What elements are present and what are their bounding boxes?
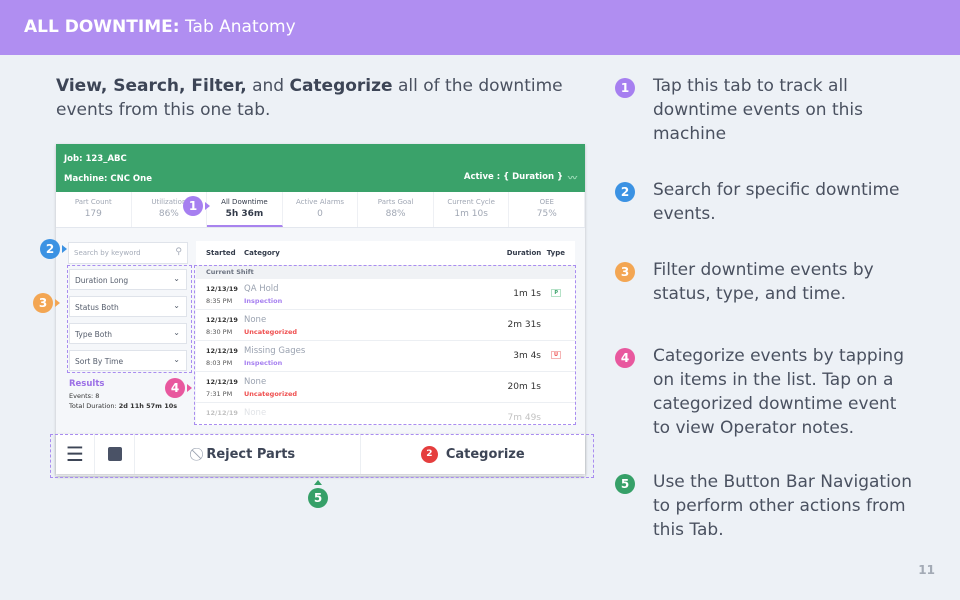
callout-text: Search for specific downtime events. [653,180,900,224]
title-bold: ALL DOWNTIME: [24,17,180,37]
callout-2: 2 Search for specific downtime events. [615,178,915,224]
marker-5: 5 [308,488,328,508]
callout-1: 1 Tap this tab to track all downtime even… [615,74,915,144]
callout-text: Use the Button Bar Navigation to perform… [653,472,912,540]
stat-label: Part Count [74,198,112,206]
list-highlight [194,265,576,425]
stat-tab-part-count[interactable]: Part Count 179 [56,192,132,227]
stat-value: 0 [317,209,323,219]
search-placeholder: Search by keyword [74,249,141,257]
results-title: Results [69,379,105,389]
callout-text: Categorize events by tapping on items in… [653,346,904,438]
header-started: Started [206,249,236,257]
page-number: 11 [918,563,935,577]
total-duration-label: Total Duration: [69,402,119,410]
header-duration: Duration [506,249,542,257]
arrow-2 [62,245,67,253]
stat-label: OEE [539,198,554,206]
marker-4: 4 [165,378,185,398]
intro-text-1: and [246,76,290,96]
arrow-5 [314,480,322,485]
intro-text: View, Search, Filter, and Categorize all… [56,74,576,122]
arrow-4 [187,384,192,392]
stat-value: 5h 36m [225,209,264,219]
title-rest: Tab Anatomy [179,17,296,37]
search-icon: ⚲ [175,247,182,257]
intro-bold-1: View, Search, Filter, [56,76,247,96]
marker-3: 3 [33,293,53,313]
header-type: Type [546,249,565,257]
callout-text: Tap this tab to track all downtime event… [653,76,863,144]
callout-number: 5 [615,474,635,494]
stat-tab-all-downtime[interactable]: All Downtime 5h 36m [207,192,283,227]
callout-3: 3 Filter downtime events by status, type,… [615,258,915,304]
results-summary: Results Events: 8 Total Duration: 2d 11h… [69,379,177,410]
active-status: Active : { Duration } [463,172,563,182]
machine-header: Job: 123_ABC Machine: CNC One Active : {… [56,144,585,192]
stat-tab-oee[interactable]: OEE 75% [509,192,586,227]
intro-bold-2: Categorize [289,76,393,96]
table-header: Started Category Duration Type [196,241,575,265]
job-label: Job: 123_ABC [64,154,127,164]
stat-label: All Downtime [221,198,268,206]
stats-tabs: Part Count 179 Utilization 86% All Downtime 5… [56,192,586,228]
stat-value: 88% [385,209,406,219]
stat-label: Current Cycle [447,198,495,206]
stat-tab-active-alarms[interactable]: Active Alarms 0 [283,192,359,227]
callout-5: 5 Use the Button Bar Navigation to perfor… [615,470,915,540]
arrow-1 [205,202,210,210]
stat-tab-current-cycle[interactable]: Current Cycle 1m 10s [434,192,510,227]
marker-2: 2 [40,239,60,259]
stat-value: 75% [536,209,557,219]
waveform-icon: 〰 [567,174,577,184]
arrow-3 [55,299,60,307]
stat-value: 179 [84,209,102,219]
filters-highlight [67,265,192,373]
search-input[interactable]: Search by keyword ⚲ [68,242,188,264]
stat-value: 1m 10s [454,209,488,219]
stat-label: Active Alarms [295,198,345,206]
stat-label: Parts Goal [377,198,414,206]
callout-number: 1 [615,78,635,98]
callout-text: Filter downtime events by status, type, … [653,260,874,304]
callout-number: 3 [615,262,635,282]
title-bar: ALL DOWNTIME: Tab Anatomy [0,0,960,55]
callout-4: 4 Categorize events by tapping on items i… [615,344,915,438]
header-category: Category [244,249,280,257]
stat-tab-parts-goal[interactable]: Parts Goal 88% [358,192,434,227]
button-bar-highlight [50,434,594,478]
results-events: Events: 8 [69,392,100,400]
callout-number: 4 [615,348,635,368]
callout-number: 2 [615,182,635,202]
marker-1: 1 [183,196,203,216]
total-duration-value: 2d 11h 57m 10s [118,402,178,410]
